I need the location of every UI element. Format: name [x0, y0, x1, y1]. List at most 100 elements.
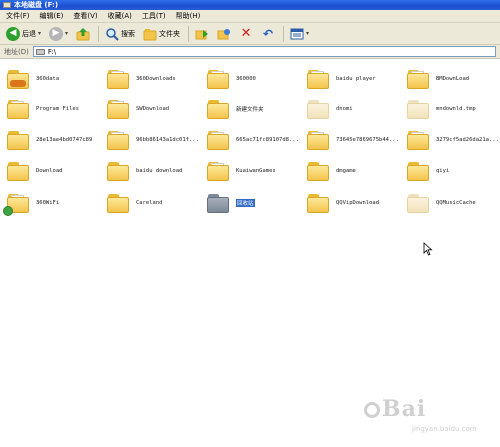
folder-label: 28e13ae4bd0747c89: [36, 137, 93, 143]
folder-label: Program Files: [36, 106, 80, 112]
paw-logo-icon: [364, 402, 380, 418]
folder-label: mndownld.tmp: [436, 106, 476, 112]
search-icon: [105, 27, 119, 41]
folder-item[interactable]: SWDownload: [102, 94, 202, 124]
hidden-folder-icon: [405, 98, 431, 121]
toolbar-separator: [98, 25, 100, 42]
menu-edit[interactable]: 编辑(E): [40, 10, 64, 23]
folder-icon: [105, 192, 131, 215]
views-icon: [290, 27, 304, 41]
copy-to-button[interactable]: [214, 25, 234, 43]
folder-icon: [205, 98, 231, 121]
folders-button[interactable]: 文件夹: [140, 25, 183, 43]
search-button[interactable]: 搜索: [102, 25, 138, 43]
folder-app-icon: [5, 68, 31, 91]
drive-icon: [35, 48, 45, 55]
address-path: F:\: [47, 47, 57, 56]
menu-file[interactable]: 文件(F): [6, 10, 30, 23]
move-to-icon: [195, 27, 209, 41]
folder-item[interactable]: qiyi: [402, 156, 500, 186]
back-arrow-icon: ◀: [6, 26, 20, 41]
window-title: 本地磁盘 (F:): [14, 1, 59, 9]
delete-icon: ✕: [240, 26, 252, 41]
menu-bar: 文件(F) 编辑(E) 查看(V) 收藏(A) 工具(T) 帮助(H): [0, 10, 500, 23]
folder-item[interactable]: dmgame: [302, 156, 402, 186]
folder-item[interactable]: BMDownLoad: [402, 64, 500, 94]
folder-icon: [105, 129, 131, 152]
folder-icon: [5, 160, 31, 183]
folder-label: 73645e7869675b44...: [336, 137, 399, 143]
folder-label: BMDownLoad: [436, 76, 470, 82]
folder-item[interactable]: 3279cf5ad26da21a...: [402, 125, 500, 155]
forward-button[interactable]: ▶ ▾: [46, 25, 71, 43]
window-title-bar[interactable]: 本地磁盘 (F:): [0, 0, 500, 10]
folder-item[interactable]: 360Downloads: [102, 64, 202, 94]
search-label: 搜索: [121, 29, 136, 38]
folder-icon: [5, 98, 31, 121]
folder-icon: [305, 192, 331, 215]
up-folder-button[interactable]: [73, 25, 93, 43]
folder-icon: [305, 160, 331, 183]
folder-item[interactable]: Careland: [102, 188, 202, 218]
folder-item[interactable]: 360data: [2, 64, 102, 94]
folder-label: 新建文件夹: [236, 107, 264, 113]
address-field[interactable]: F:\: [32, 46, 496, 57]
folder-label: 360WiFi: [36, 200, 60, 206]
folder-label: 3279cf5ad26da21a...: [436, 137, 499, 143]
views-button[interactable]: ▾: [287, 25, 312, 43]
selected-folder-item[interactable]: 回收站: [202, 188, 302, 218]
delete-button[interactable]: ✕: [236, 25, 256, 43]
folder-item[interactable]: QQVipDownload: [302, 188, 402, 218]
folder-item[interactable]: dnomi: [302, 94, 402, 124]
folder-item[interactable]: 360000: [202, 64, 302, 94]
folder-item[interactable]: mndownld.tmp: [402, 94, 500, 124]
folders-label: 文件夹: [159, 29, 181, 38]
watermark-url: jingyan.baidu.com: [412, 425, 477, 433]
folder-label: SWDownload: [136, 106, 170, 112]
folder-item[interactable]: 28e13ae4bd0747c89: [2, 125, 102, 155]
hidden-folder-icon: [405, 192, 431, 215]
folder-item[interactable]: 新建文件夹: [202, 94, 302, 124]
forward-arrow-icon: ▶: [49, 26, 64, 41]
folder-icon: [405, 68, 431, 91]
menu-tools[interactable]: 工具(T): [142, 10, 166, 23]
folder-label: 360data: [36, 76, 60, 82]
menu-favorites[interactable]: 收藏(A): [108, 10, 132, 23]
chevron-down-icon: ▾: [65, 30, 69, 37]
watermark: Bai jingyan.baidu.com: [362, 392, 494, 442]
folder-item[interactable]: QQMusicCache: [402, 188, 500, 218]
drive-icon: [3, 2, 11, 8]
folder-icon: [205, 129, 231, 152]
chevron-down-icon: ▾: [306, 30, 310, 37]
move-to-button[interactable]: [192, 25, 212, 43]
folder-label: Download: [36, 168, 63, 174]
toolbar: ◀ 后退 ▾ ▶ ▾ 搜索 文件夹 ✕ ↶ ▾: [0, 23, 500, 45]
folder-item[interactable]: Download: [2, 156, 102, 186]
folder-item[interactable]: baidu download: [102, 156, 202, 186]
folder-icon: [305, 129, 331, 152]
folder-label: 360000: [236, 76, 256, 82]
undo-button[interactable]: ↶: [258, 25, 278, 43]
copy-to-icon: [217, 27, 231, 41]
folder-icon: [105, 68, 131, 91]
folder-label: dmgame: [336, 168, 356, 174]
folder-label: baidu download: [136, 168, 183, 174]
folder-item[interactable]: 73645e7869675b44...: [302, 125, 402, 155]
folder-item[interactable]: baidu player: [302, 64, 402, 94]
undo-icon: ↶: [263, 26, 274, 41]
folder-item[interactable]: 96bb86143a1dc01f...: [102, 125, 202, 155]
folder-icon: [105, 98, 131, 121]
folder-item[interactable]: 665ac71fc89107d8...: [202, 125, 302, 155]
folder-item[interactable]: KuaiwanGames: [202, 156, 302, 186]
menu-help[interactable]: 帮助(H): [176, 10, 201, 23]
folder-label: dnomi: [336, 106, 353, 112]
folder-item[interactable]: Program Files: [2, 94, 102, 124]
folder-icon: [405, 129, 431, 152]
menu-view[interactable]: 查看(V): [73, 10, 97, 23]
back-button[interactable]: ◀ 后退 ▾: [3, 25, 44, 43]
folder-label: qiyi: [436, 168, 450, 174]
folder-label: QQMusicCache: [436, 200, 476, 206]
address-label: 地址(D): [4, 47, 29, 56]
folder-label: 360Downloads: [136, 76, 176, 82]
folder-item[interactable]: 360WiFi: [2, 188, 102, 218]
